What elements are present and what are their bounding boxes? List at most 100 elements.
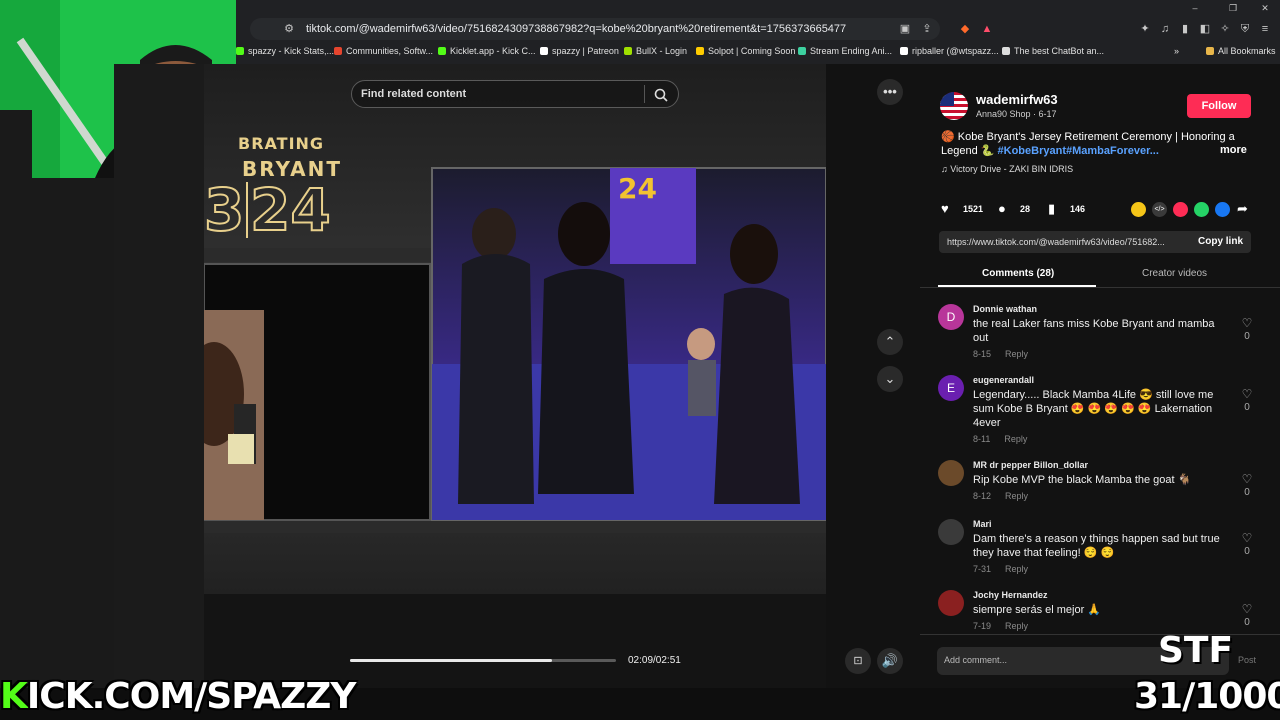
left-background bbox=[0, 178, 114, 688]
post-caption: 🏀 Kobe Bryant's Jersey Retirement Ceremo… bbox=[941, 130, 1241, 158]
stf-label: STF bbox=[1158, 630, 1234, 671]
post-button[interactable]: Post bbox=[1238, 655, 1256, 665]
leo-icon[interactable]: ✧ bbox=[1218, 22, 1232, 36]
comment-like-count: 0 bbox=[1244, 402, 1250, 413]
music-row[interactable]: ♫ Victory Drive - ZAKI BIN IDRIS bbox=[941, 164, 1073, 174]
save-icon[interactable]: ▮ bbox=[1048, 201, 1055, 217]
post-link[interactable]: https://www.tiktok.com/@wademirfw63/vide… bbox=[947, 237, 1187, 247]
progress-track[interactable] bbox=[350, 659, 616, 662]
site-info-icon[interactable]: ⚙ bbox=[282, 22, 296, 36]
search-input[interactable] bbox=[361, 86, 641, 102]
reply-button[interactable]: Reply bbox=[1005, 349, 1028, 359]
comment-date: 8-11 bbox=[973, 434, 991, 444]
commenter-name[interactable]: Jochy Hernandez bbox=[973, 590, 1048, 600]
reply-button[interactable]: Reply bbox=[1005, 621, 1028, 631]
restore-icon[interactable]: ❐ bbox=[1226, 1, 1240, 15]
video-player[interactable]: BRATING BRYANT 3 24 24 02:09/02:51 bbox=[204, 64, 826, 688]
tab-comments[interactable]: Comments (28) bbox=[982, 268, 1054, 279]
commenter-name[interactable]: eugenerandall bbox=[973, 375, 1034, 385]
reply-button[interactable]: Reply bbox=[1005, 564, 1028, 574]
sidebar-icon[interactable]: ▮ bbox=[1178, 22, 1192, 36]
all-bookmarks[interactable]: All Bookmarks bbox=[1206, 46, 1276, 56]
comment-text: Dam there's a reason y things happen sad… bbox=[973, 533, 1220, 559]
bookmark-item[interactable]: spazzy - Kick Stats,... bbox=[236, 46, 334, 56]
rewards-icon[interactable]: ▲ bbox=[980, 22, 994, 36]
bookmark-item[interactable]: Solpot | Coming Soon bbox=[696, 46, 795, 56]
commenter-name[interactable]: MR dr pepper Billon_dollar bbox=[973, 460, 1088, 470]
comment-like-icon[interactable]: ♡ bbox=[1240, 316, 1254, 330]
address-row: ▯ ⚙ tiktok.com/@wademirfw63/video/751682… bbox=[236, 16, 1280, 42]
pip-icon[interactable]: ▣ bbox=[898, 22, 912, 36]
menu-icon[interactable]: ≡ bbox=[1258, 22, 1272, 36]
tab-creator-videos[interactable]: Creator videos bbox=[1142, 268, 1207, 279]
comment-like-icon[interactable]: ♡ bbox=[1240, 531, 1254, 545]
username[interactable]: wademirfw63 bbox=[976, 92, 1058, 107]
wallet-icon[interactable]: ◧ bbox=[1198, 22, 1212, 36]
search-icon[interactable] bbox=[654, 88, 668, 102]
comment-like-icon[interactable]: ♡ bbox=[1240, 387, 1254, 401]
reply-button[interactable]: Reply bbox=[1004, 434, 1027, 444]
progress-fill bbox=[350, 659, 553, 662]
comment-like-icon[interactable]: ♡ bbox=[1240, 472, 1254, 486]
facebook-icon[interactable] bbox=[1215, 202, 1230, 217]
comment-date: 7-19 bbox=[973, 621, 992, 631]
volume-icon[interactable]: 🔊 bbox=[877, 648, 903, 674]
search-box[interactable] bbox=[351, 80, 679, 108]
save-count: 146 bbox=[1070, 204, 1086, 214]
commenter-avatar[interactable] bbox=[938, 590, 964, 616]
emoji-share-icon[interactable] bbox=[1131, 202, 1146, 217]
captions-icon[interactable]: ⊡ bbox=[845, 648, 871, 674]
bookmark-item[interactable]: Kicklet.app - Kick C... bbox=[438, 46, 536, 56]
whatsapp-icon[interactable] bbox=[1194, 202, 1209, 217]
bookmark-item[interactable]: Stream Ending Ani... bbox=[798, 46, 892, 56]
url-text: tiktok.com/@wademirfw63/video/7516824309… bbox=[306, 23, 847, 35]
chevron-up-icon[interactable]: ⌃ bbox=[877, 329, 903, 355]
comment-like-icon[interactable]: ♡ bbox=[1240, 602, 1254, 616]
commenter-avatar[interactable]: D bbox=[938, 304, 964, 330]
comment-meta: 7-31 Reply bbox=[973, 564, 1028, 574]
like-count: 1521 bbox=[963, 204, 984, 214]
user-avatar[interactable] bbox=[940, 92, 968, 120]
share-icon[interactable]: ⇪ bbox=[920, 22, 934, 36]
jersey-number: 24 bbox=[618, 172, 657, 205]
reply-button[interactable]: Reply bbox=[1005, 491, 1028, 501]
comment-icon[interactable]: ● bbox=[998, 201, 1006, 216]
bookmark-item[interactable]: ripballer (@wtspazz... bbox=[900, 46, 999, 56]
commenter-name[interactable]: Donnie wathan bbox=[973, 304, 1037, 314]
follow-button[interactable]: Follow bbox=[1187, 94, 1251, 118]
bookmark-item[interactable]: spazzy | Patreon bbox=[540, 46, 619, 56]
commenter-avatar[interactable]: E bbox=[938, 375, 964, 401]
overlay-prefix: 3 bbox=[204, 175, 245, 245]
minimize-icon[interactable]: – bbox=[1188, 1, 1202, 15]
commenter-avatar[interactable] bbox=[938, 519, 964, 545]
more-link[interactable]: more bbox=[1220, 144, 1247, 156]
comment-meta: 8-15 Reply bbox=[973, 349, 1028, 359]
embed-icon[interactable]: </> bbox=[1152, 202, 1167, 217]
chevron-right-icon[interactable]: » bbox=[1174, 46, 1179, 56]
comment-like-count: 0 bbox=[1244, 331, 1250, 342]
more-options-icon[interactable]: ••• bbox=[877, 79, 903, 105]
overlay-number: 24 bbox=[249, 175, 332, 245]
media-icon[interactable]: ♫ bbox=[1158, 22, 1172, 36]
commenter-avatar[interactable] bbox=[938, 460, 964, 486]
copy-link-button[interactable]: Copy link bbox=[1198, 236, 1243, 247]
comment-meta: 7-19 Reply bbox=[973, 621, 1028, 631]
brave-shield-icon[interactable]: ◆ bbox=[958, 22, 972, 36]
bookmark-item[interactable]: Communities, Softw... bbox=[334, 46, 433, 56]
vpn-icon[interactable]: ⛨ bbox=[1238, 22, 1252, 36]
close-window-icon[interactable]: ✕ bbox=[1258, 1, 1272, 15]
overlay-divider bbox=[246, 182, 248, 238]
comment-meta: 8-11 Reply bbox=[973, 434, 1027, 444]
address-bar[interactable]: ⚙ tiktok.com/@wademirfw63/video/75168243… bbox=[250, 18, 940, 40]
like-icon[interactable]: ♥ bbox=[941, 201, 949, 216]
share-arrow-icon[interactable]: ➦ bbox=[1237, 201, 1248, 217]
search-divider bbox=[644, 85, 645, 103]
chevron-down-icon[interactable]: ⌄ bbox=[877, 366, 903, 392]
send-icon[interactable] bbox=[1173, 202, 1188, 217]
extensions-icon[interactable]: ✦ bbox=[1138, 22, 1152, 36]
post-panel: wademirfw63 Anna90 Shop · 6-17 Follow 🏀 … bbox=[920, 64, 1280, 688]
bookmark-item[interactable]: The best ChatBot an... bbox=[1002, 46, 1104, 56]
commenter-name[interactable]: Mari bbox=[973, 519, 992, 529]
caption-hashtags[interactable]: #KobeBryant#MambaForever... bbox=[998, 145, 1159, 157]
bookmark-item[interactable]: BullX - Login bbox=[624, 46, 687, 56]
